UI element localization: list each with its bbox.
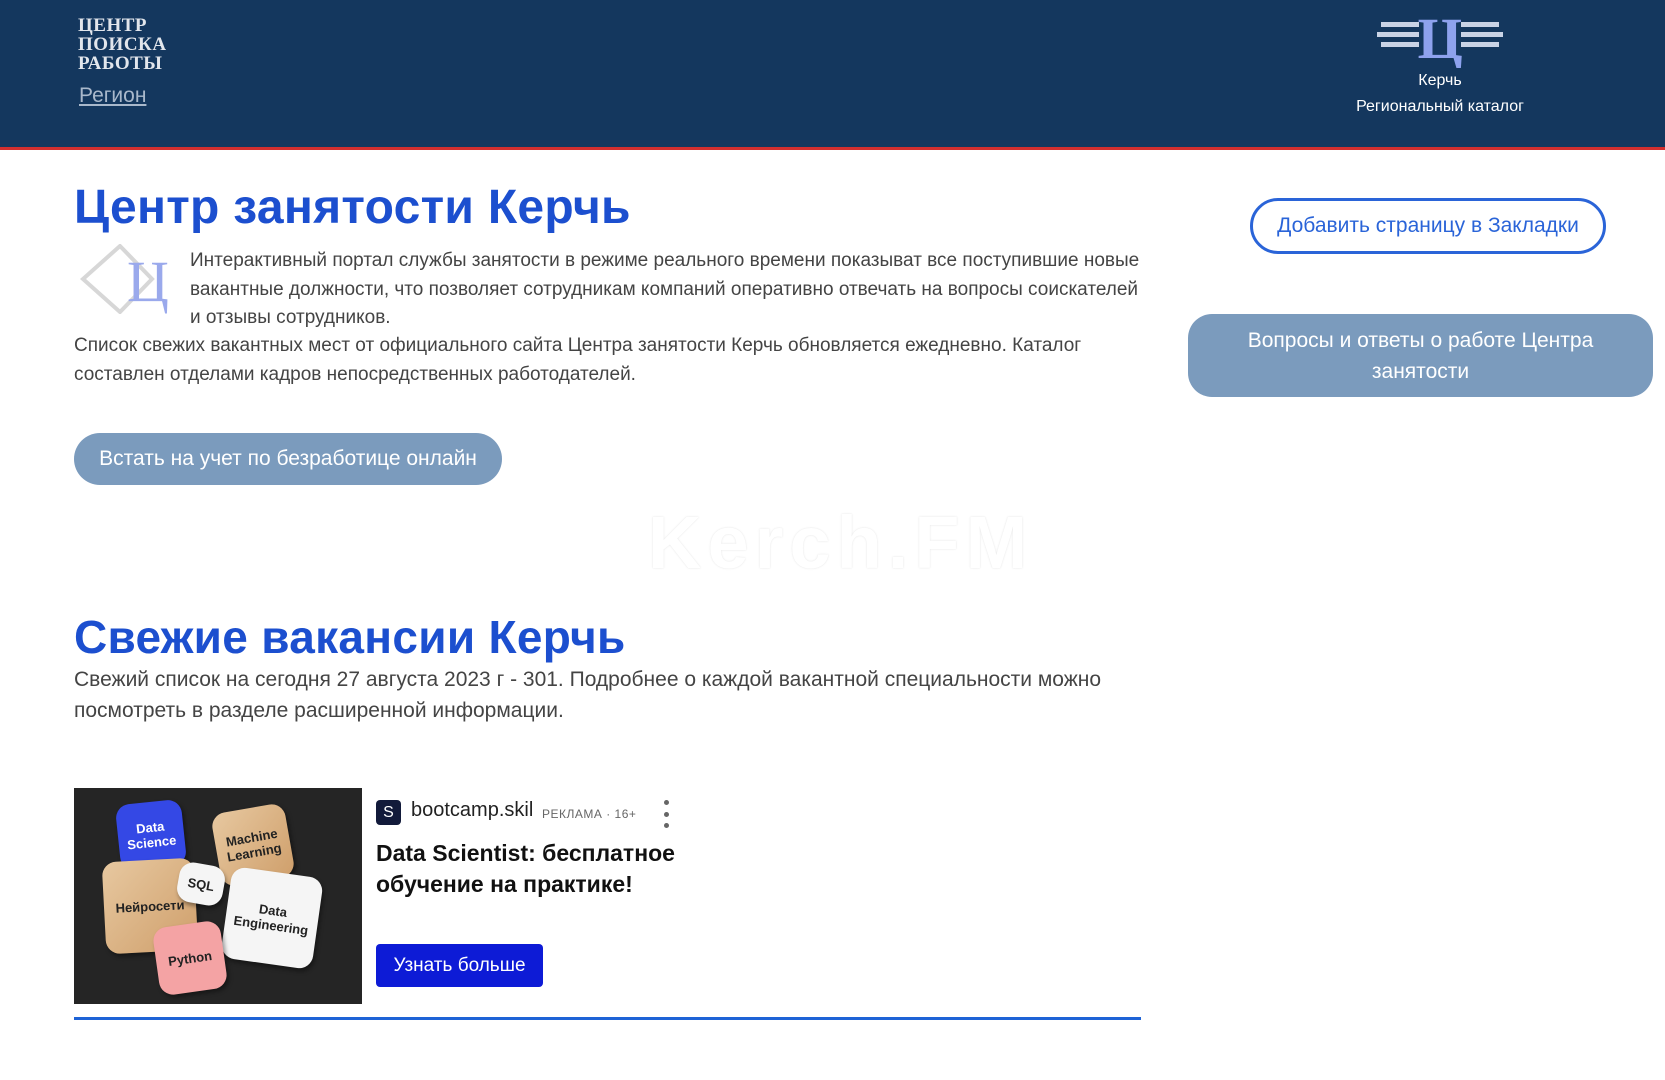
svg-text:Ц: Ц bbox=[1417, 12, 1462, 68]
ad-source[interactable]: bootcamp.skillfactory.ru bbox=[411, 799, 532, 822]
section-text: Свежий список на сегодня 27 августа 2023… bbox=[74, 668, 1102, 722]
brand-logo-text[interactable]: ЦЕНТР ПОИСКА РАБОТЫ bbox=[78, 16, 167, 73]
ad-source-icon: S bbox=[376, 800, 401, 825]
ad-image[interactable]: Data Science Machine Learning Нейросети … bbox=[74, 788, 362, 1004]
ad-cta-button[interactable]: Узнать больше bbox=[376, 944, 543, 987]
region-link[interactable]: Регион bbox=[79, 84, 146, 108]
svg-text:Ц: Ц bbox=[127, 249, 169, 314]
brand-line: ЦЕНТР bbox=[78, 15, 148, 36]
faq-button[interactable]: Вопросы и ответы о работе Центра занятос… bbox=[1188, 314, 1653, 397]
logo-city: Керчь bbox=[1418, 72, 1462, 89]
brand-line: ПОИСКА bbox=[78, 34, 167, 55]
brand-line: РАБОТЫ bbox=[78, 53, 163, 74]
section-title: Свежие вакансии Керчь bbox=[74, 611, 626, 663]
watermark: Kerch.FM bbox=[648, 501, 1034, 584]
page-title: Центр занятости Керчь bbox=[74, 181, 631, 234]
register-unemployment-button[interactable]: Встать на учет по безработице онлайн bbox=[74, 433, 502, 485]
intro-text: Интерактивный портал службы занятости в … bbox=[190, 250, 1140, 328]
intro-more-text: Список свежих вакантных мест от официаль… bbox=[74, 335, 1082, 385]
logo-subtitle: Региональный каталог bbox=[1356, 98, 1524, 115]
ad-tile-data-engineering: Data Engineering bbox=[220, 866, 324, 970]
faq-button-label: Вопросы и ответы о работе Центра занятос… bbox=[1247, 328, 1594, 383]
site-header: ЦЕНТР ПОИСКА РАБОТЫ Регион Ц Керчь Регио… bbox=[0, 0, 1665, 150]
regional-logo[interactable]: Ц Керчь Региональный каталог bbox=[1310, 12, 1570, 122]
ad-divider bbox=[74, 1017, 1141, 1020]
ad-label: РЕКЛАМА · 16+ bbox=[542, 807, 637, 821]
add-bookmark-button[interactable]: Добавить страницу в Закладки bbox=[1250, 198, 1606, 254]
ad-more-options-icon[interactable] bbox=[660, 800, 672, 828]
diamond-letter-icon: Ц bbox=[80, 244, 169, 314]
ad-headline[interactable]: Data Scientist: бесплатное обучение на п… bbox=[376, 838, 696, 900]
ad-tile-python: Python bbox=[151, 919, 229, 997]
employment-center-logo-icon: Ц bbox=[1377, 12, 1503, 68]
